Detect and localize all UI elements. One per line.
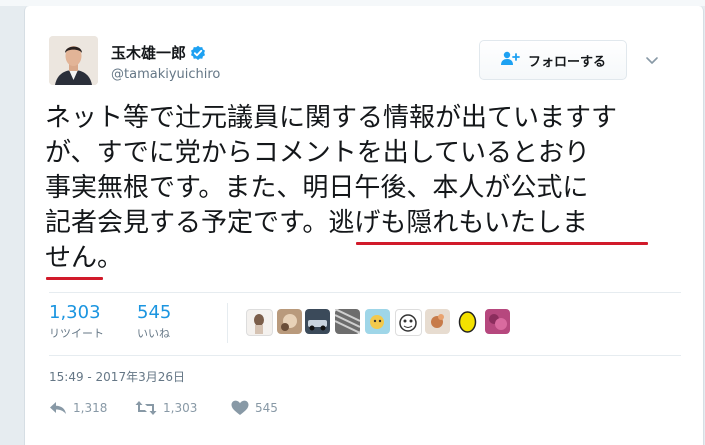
retweet-action[interactable]: 1,303: [135, 398, 197, 418]
follow-button[interactable]: フォローする: [479, 40, 627, 80]
red-underline-annotation: [356, 242, 648, 245]
tweet-line: 記者会見する予定です。逃げも隠れもいたしま: [45, 208, 588, 238]
like-count[interactable]: 545: [137, 302, 171, 324]
retweet-action-count: 1,303: [163, 401, 198, 415]
liker-avatar[interactable]: [485, 309, 510, 334]
verified-badge-icon: [190, 45, 206, 61]
tweet-line: せん。: [45, 243, 124, 273]
author-name[interactable]: 玉木雄一郎: [111, 42, 186, 63]
liker-avatar[interactable]: [455, 309, 480, 334]
liker-avatar[interactable]: [425, 309, 450, 334]
author-name-row[interactable]: 玉木雄一郎: [111, 42, 206, 63]
retweet-icon[interactable]: [135, 400, 157, 416]
retweet-stat[interactable]: 1,303 リツイート: [49, 302, 104, 342]
follow-button-label: フォローする: [527, 54, 606, 70]
tweet-line: 事実無根です。また、明日午後、本人が公式に: [45, 173, 589, 203]
liker-avatar[interactable]: [246, 309, 273, 336]
tweet-text: ネット等で辻元議員に関する情報が出ていますす が、すでに党からコメントを出してい…: [45, 101, 685, 276]
like-action-count: 545: [255, 401, 278, 415]
avatar-portrait-icon: [49, 36, 98, 85]
liker-avatar[interactable]: [277, 309, 302, 334]
tweet-timestamp[interactable]: 15:49 - 2017年3月26日: [49, 368, 185, 385]
like-stat[interactable]: 545 いいね: [137, 302, 171, 342]
liker-avatar[interactable]: [365, 309, 390, 334]
follow-user-icon: [500, 50, 520, 70]
liker-avatar[interactable]: [334, 308, 361, 334]
like-label: いいね: [137, 327, 170, 340]
engagement-stats: 1,303 リツイート 545 いいね: [49, 292, 681, 356]
author-handle[interactable]: @tamakiyuichiro: [111, 67, 220, 82]
like-action[interactable]: 545: [231, 398, 278, 418]
chevron-down-icon[interactable]: [645, 52, 659, 66]
tweet-card: 玉木雄一郎 @tamakiyuichiro フォローする ネット等で辻元議員に関…: [24, 6, 704, 445]
tweet-line: ネット等で辻元議員に関する情報が出ていますす: [45, 103, 618, 133]
avatar[interactable]: [49, 36, 98, 85]
stats-divider: [227, 303, 228, 343]
tweet-line: が、すでに党からコメントを出しているとおり: [45, 138, 590, 168]
red-underline-annotation: [46, 277, 103, 280]
liker-avatar[interactable]: [305, 309, 330, 334]
reply-count: 1,318: [73, 401, 108, 415]
reply-action[interactable]: 1,318: [49, 398, 107, 418]
retweet-label: リツイート: [49, 327, 104, 340]
retweet-count[interactable]: 1,303: [49, 302, 104, 324]
heart-icon[interactable]: [231, 400, 249, 416]
reply-icon[interactable]: [49, 400, 67, 416]
liker-avatar[interactable]: [395, 309, 422, 336]
